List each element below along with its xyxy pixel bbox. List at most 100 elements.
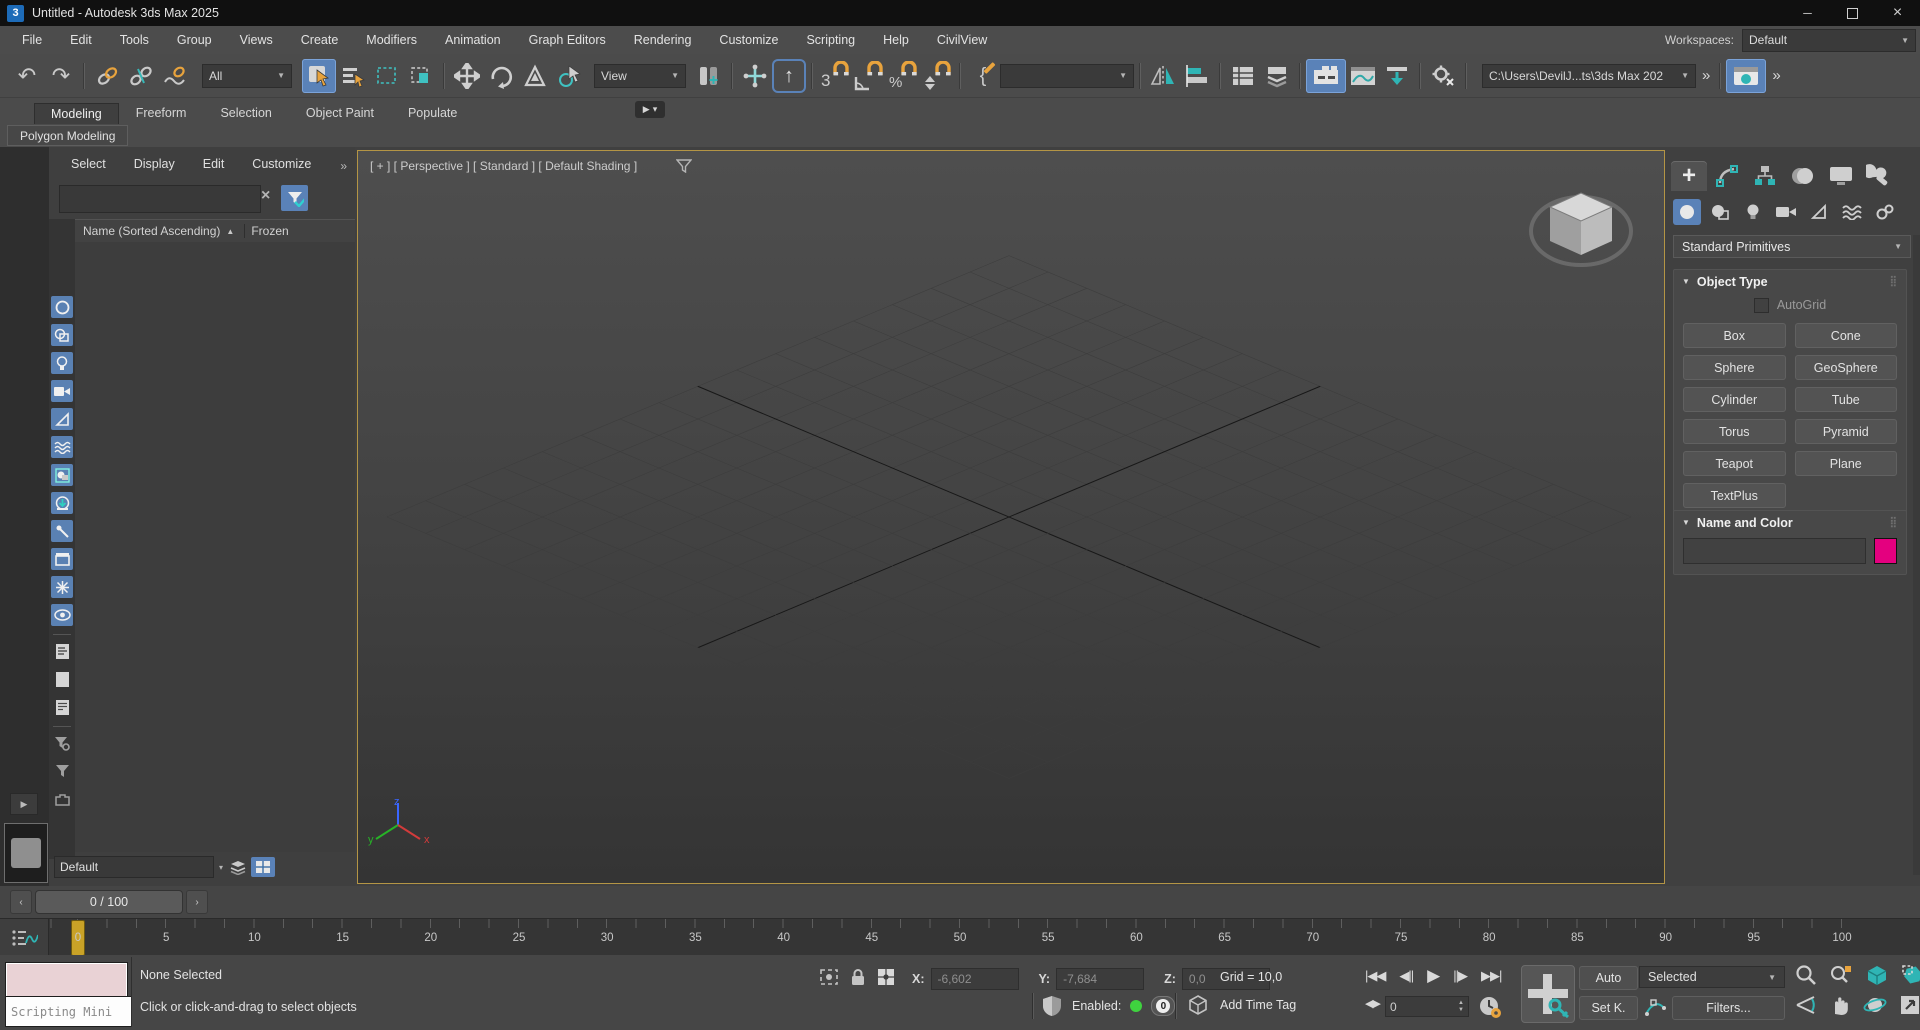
select-and-move-icon[interactable]: [450, 59, 484, 93]
select-and-link-icon[interactable]: [90, 59, 124, 93]
schematic-view-icon[interactable]: [1380, 59, 1414, 93]
blank-filter-icon[interactable]: [51, 668, 73, 690]
field-of-view-icon[interactable]: [1795, 994, 1817, 1016]
object-type-button[interactable]: Box: [1683, 323, 1786, 348]
spinner-down-icon[interactable]: ▼: [1458, 1007, 1464, 1014]
display-bones-toggle[interactable]: [51, 520, 73, 542]
menu-item[interactable]: Graph Editors: [515, 26, 620, 54]
use-pivot-point-center-icon[interactable]: [692, 59, 726, 93]
time-configuration-button[interactable]: [1478, 995, 1502, 1024]
display-geometry-toggle[interactable]: [51, 296, 73, 318]
menu-item[interactable]: Tools: [106, 26, 163, 54]
viewport-label[interactable]: [ + ] [ Perspective ] [ Standard ] [ Def…: [370, 159, 637, 173]
menu-item[interactable]: Create: [287, 26, 353, 54]
ribbon-tab[interactable]: Populate: [391, 102, 474, 124]
toggle-layer-explorer-icon[interactable]: [1260, 59, 1294, 93]
menu-item[interactable]: Animation: [431, 26, 515, 54]
selection-filter-dropdown[interactable]: All ▼: [202, 64, 292, 88]
object-type-button[interactable]: Cone: [1795, 323, 1898, 348]
modify-tab[interactable]: [1709, 161, 1745, 191]
display-particles-toggle[interactable]: [51, 576, 73, 598]
keyboard-shortcut-override-toggle[interactable]: ↑: [772, 59, 806, 93]
create-new-layer-button[interactable]: [251, 857, 275, 877]
isolate-selection-toggle-icon[interactable]: [818, 967, 840, 987]
menu-item[interactable]: Rendering: [620, 26, 706, 54]
ribbon-tab[interactable]: Selection: [203, 102, 288, 124]
orbit-icon[interactable]: [1863, 994, 1887, 1016]
lights-category-icon[interactable]: [1739, 199, 1767, 225]
menu-item[interactable]: Scripting: [792, 26, 869, 54]
blocked-commands-badge[interactable]: 0: [1151, 996, 1175, 1016]
ribbon-tab[interactable]: Freeform: [119, 102, 204, 124]
explorer-menu-item[interactable]: Edit: [203, 157, 225, 171]
ribbon-display-toggle[interactable]: ▶ ▾: [635, 101, 665, 118]
display-containers-toggle[interactable]: [51, 548, 73, 570]
menu-item[interactable]: Edit: [56, 26, 106, 54]
object-type-button[interactable]: Cylinder: [1683, 387, 1786, 412]
display-space-warps-toggle[interactable]: [51, 436, 73, 458]
y-coord-field[interactable]: -7,684: [1056, 968, 1144, 990]
cameras-category-icon[interactable]: [1772, 199, 1800, 225]
frame-back-button[interactable]: ‹: [10, 890, 32, 914]
viewcube[interactable]: [1526, 181, 1636, 273]
key-filters-curve-icon[interactable]: [1643, 996, 1667, 1023]
menu-item[interactable]: Modifiers: [352, 26, 431, 54]
rectangular-selection-region-icon[interactable]: [370, 59, 404, 93]
toggle-scene-explorer-icon[interactable]: [1226, 59, 1260, 93]
display-helpers-toggle[interactable]: [51, 408, 73, 430]
snaps-toggle-3d[interactable]: 3: [818, 59, 852, 93]
object-name-field[interactable]: [1683, 538, 1866, 564]
clear-search-icon[interactable]: ×: [261, 187, 270, 205]
create-tab[interactable]: +: [1671, 161, 1707, 191]
object-type-button[interactable]: Torus: [1683, 419, 1786, 444]
object-type-button[interactable]: Sphere: [1683, 355, 1786, 380]
display-cameras-toggle[interactable]: [51, 380, 73, 402]
select-and-scale-icon[interactable]: [518, 59, 552, 93]
key-mode-toggle[interactable]: ◀▶: [1358, 997, 1387, 1010]
ribbon-tab[interactable]: Modeling: [34, 103, 119, 124]
frame-forward-button[interactable]: ›: [186, 890, 208, 914]
safe-scene-shield-icon[interactable]: [1041, 995, 1063, 1017]
motion-tab[interactable]: [1785, 161, 1821, 191]
filter-settings-icon[interactable]: [51, 732, 73, 754]
angle-snap-toggle[interactable]: [852, 59, 886, 93]
selection-lock-toggle-icon[interactable]: [850, 967, 866, 987]
render-setup-icon[interactable]: [1426, 59, 1460, 93]
project-folder-dropdown[interactable]: C:\Users\DevilJ...ts\3ds Max 202 ▼: [1482, 64, 1696, 88]
zoom-icon[interactable]: [1795, 964, 1817, 986]
rollout-drag-handle[interactable]: ⣿: [1890, 276, 1898, 287]
object-color-swatch[interactable]: [1874, 538, 1897, 564]
go-to-start-button[interactable]: |◀◀: [1358, 968, 1392, 984]
pan-hand-icon[interactable]: [1829, 994, 1851, 1016]
filter-icon[interactable]: [51, 760, 73, 782]
viewport-filter-icon[interactable]: [676, 159, 692, 173]
shapes-category-icon[interactable]: [1706, 199, 1734, 225]
timeline-track[interactable]: 0510152025303540455055606570758085909510…: [49, 919, 1869, 956]
set-keys-button[interactable]: [1521, 965, 1575, 1023]
display-lights-toggle[interactable]: [51, 352, 73, 374]
reference-coordinate-dropdown[interactable]: View ▼: [594, 64, 686, 88]
redo-button[interactable]: ↷: [44, 59, 78, 93]
menu-item[interactable]: Group: [163, 26, 226, 54]
sort-by-name-icon[interactable]: [51, 640, 73, 662]
viewport-layout-tab[interactable]: [4, 823, 48, 883]
menu-item[interactable]: CivilView: [923, 26, 1001, 54]
set-key-button[interactable]: Set K.: [1579, 996, 1638, 1020]
mini-curve-editor-button[interactable]: [0, 919, 49, 956]
rendered-frame-window-button[interactable]: [1726, 59, 1766, 93]
display-tab[interactable]: [1823, 161, 1859, 191]
toolbar-overflow-chevron[interactable]: »: [1696, 67, 1714, 84]
active-layer-dropdown[interactable]: Default: [54, 856, 214, 878]
maxscript-mini-listener-white[interactable]: Scripting Mini: [6, 997, 131, 1026]
object-type-button[interactable]: Teapot: [1683, 451, 1786, 476]
maximize-viewport-toggle-icon[interactable]: [1899, 994, 1920, 1016]
systems-category-icon[interactable]: [1871, 199, 1899, 225]
object-type-button[interactable]: TextPlus: [1683, 483, 1786, 508]
maximize-button[interactable]: [1830, 0, 1875, 26]
display-hidden-toggle[interactable]: [51, 604, 73, 626]
undo-button[interactable]: ↶: [10, 59, 44, 93]
play-button[interactable]: ▶: [1420, 966, 1446, 986]
explorer-column-header[interactable]: Name (Sorted Ascending) ▲ Frozen: [75, 219, 355, 243]
menu-item[interactable]: Help: [869, 26, 923, 54]
edit-named-selection-sets-icon[interactable]: {: [966, 59, 1000, 93]
